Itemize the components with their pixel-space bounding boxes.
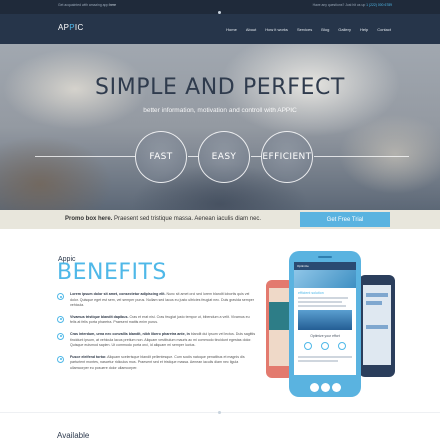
phone-right-illustration: [359, 275, 395, 377]
promo-body: Praesent sed tristique massa. Aenean iac…: [114, 216, 262, 222]
phone-screen-icon: [304, 342, 312, 350]
phone-screen-heading: efficient solution: [298, 291, 324, 295]
nav-item-help[interactable]: Help: [360, 27, 368, 32]
logo[interactable]: APPIC: [58, 23, 84, 32]
topbar-intro-link[interactable]: here: [109, 3, 116, 7]
divider-dot: [218, 411, 221, 414]
list-item: Fusce eleifend tortor. Aliquam scelerisq…: [57, 355, 257, 372]
list-item: Lorem ipsum dolor sit amet, consectetur …: [57, 292, 257, 309]
bullet-circle-icon: [57, 332, 64, 340]
hero-line-right: [314, 156, 409, 157]
phone-screen-line: [298, 360, 338, 362]
promo-bold: Promo box here.: [65, 216, 113, 222]
feature-circle-efficient[interactable]: EFFICIENT: [261, 131, 313, 183]
topbar-contact: Have any questions? Just hit us up 1 (22…: [313, 3, 392, 7]
phone-screen-line: [298, 305, 346, 307]
phone-screen: Optimize efficient solution Optimize you…: [294, 262, 356, 375]
phone-screen-icon: [321, 342, 329, 350]
hero-subtitle: better information, motivation and contr…: [143, 107, 297, 114]
main-nav: Home About How it works Services Blog Ga…: [226, 27, 391, 32]
section-divider: [0, 411, 440, 414]
main-navbar: APPIC Home About How it works Services B…: [0, 14, 440, 44]
phone-screen-icon: [338, 342, 346, 350]
feature-label: EFFICIENT: [262, 152, 312, 162]
hero-line-left: [35, 156, 135, 157]
hero-dot-overlay: [0, 44, 440, 210]
topbar-contact-text: Have any questions? Just hit us up: [312, 3, 366, 7]
feature-circle-easy[interactable]: EASY: [198, 131, 250, 183]
topbar-intro-text: Get acquainted with amazing app: [58, 3, 109, 7]
hero-title: SIMPLE AND PERFECT: [95, 75, 345, 100]
benefits-list: Lorem ipsum dolor sit amet, consectetur …: [57, 292, 257, 378]
bullet-circle-icon: [57, 355, 64, 363]
nav-item-about[interactable]: About: [246, 27, 256, 32]
available-title: Available: [57, 431, 90, 440]
feature-label: EASY: [211, 152, 237, 162]
benefits-title: BENEFITS: [57, 260, 167, 285]
phone-right-screen: [363, 285, 391, 365]
bullet-circle-icon: [57, 315, 64, 323]
phone-screen-header: Optimize: [294, 262, 356, 270]
nav-item-home[interactable]: Home: [226, 27, 237, 32]
nav-item-contact[interactable]: Contact: [377, 27, 391, 32]
nav-item-how-it-works[interactable]: How it works: [265, 27, 288, 32]
feature-circle-fast[interactable]: FAST: [135, 131, 187, 183]
phone-right-bar: [366, 301, 382, 305]
phone-screen-subheading: Optimize your effort: [310, 334, 340, 338]
phone-right-bar: [366, 325, 388, 329]
phone-button: [321, 383, 330, 392]
feature-label: FAST: [149, 152, 173, 162]
phone-main-illustration: Optimize efficient solution Optimize you…: [289, 251, 361, 397]
nav-item-gallery[interactable]: Gallery: [338, 27, 351, 32]
hero-section: SIMPLE AND PERFECT better information, m…: [0, 44, 440, 210]
phone-button: [310, 383, 319, 392]
phone-screen-line: [298, 356, 352, 358]
promo-box: Promo box here. Praesent sed tristique m…: [0, 210, 440, 229]
nav-item-blog[interactable]: Blog: [321, 27, 329, 32]
benefit-text: Fusce eleifend tortor. Aliquam scelerisq…: [70, 354, 245, 370]
get-free-trial-button[interactable]: Get Free Trial: [300, 212, 390, 227]
hero-line-mid-2: [251, 156, 261, 157]
list-item: Vivamus tristique blandit dapibus. Cras …: [57, 315, 257, 326]
benefit-text: Vivamus tristique blandit dapibus. Cras …: [70, 314, 250, 325]
phone-screen-banner: [294, 270, 356, 288]
nav-item-services[interactable]: Services: [297, 27, 312, 32]
benefit-text: Cras interdum, urna nec convallis blandi…: [70, 331, 256, 348]
phone-screen-header-text: Optimize: [297, 264, 309, 268]
phone-speaker: [318, 256, 332, 258]
phone-right-bar: [366, 293, 388, 297]
phone-screen-line: [298, 301, 342, 303]
promo-text: Promo box here. Praesent sed tristique m…: [65, 216, 261, 222]
list-item: Cras interdum, urna nec convallis blandi…: [57, 332, 257, 349]
phone-screen-line: [298, 297, 348, 299]
top-bar: Get acquainted with amazing app here Hav…: [0, 0, 440, 14]
topbar-intro: Get acquainted with amazing app here: [58, 3, 116, 7]
topbar-phone[interactable]: 1 (222) 000 6789: [366, 3, 392, 7]
hero-line-mid-1: [188, 156, 198, 157]
phone-left-screen: [269, 288, 291, 366]
phone-screen-photo: [298, 310, 352, 330]
bullet-circle-icon: [57, 293, 64, 300]
phone-button: [332, 383, 341, 392]
phone-left-image: [269, 302, 291, 330]
benefit-text: Lorem ipsum dolor sit amet, consectetur …: [70, 292, 254, 308]
